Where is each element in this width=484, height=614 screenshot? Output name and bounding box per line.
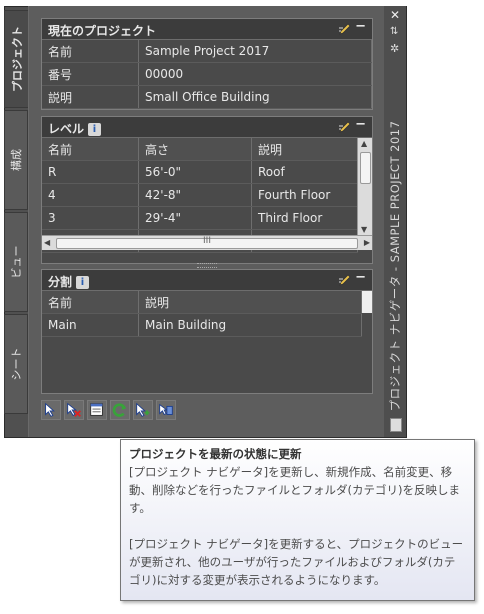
table-row: 説明 Small Office Building <box>42 85 372 109</box>
palette-content: 現在のプロジェクト − 名前 Sample Project 2017 番号 00… <box>28 6 385 437</box>
tab-constructs[interactable]: 構成 <box>4 110 28 210</box>
table-row: 番号 00000 <box>42 62 372 86</box>
column-header-name[interactable]: 名前 <box>42 291 139 314</box>
tooltip-title: プロジェクトを最新の状態に更新 <box>129 447 302 461</box>
tab-project[interactable]: プロジェクト <box>4 10 28 108</box>
row-value[interactable]: Sample Project 2017 <box>138 40 372 63</box>
properties-icon[interactable] <box>87 400 107 420</box>
add-icon[interactable] <box>133 400 153 420</box>
row-key: 説明 <box>42 85 139 109</box>
row-key: 名前 <box>42 40 139 63</box>
divisions-scrollbar[interactable] <box>362 291 372 313</box>
edit-pencil-icon[interactable] <box>338 120 352 134</box>
copy-icon[interactable] <box>156 400 176 420</box>
refresh-icon[interactable] <box>110 400 130 420</box>
tooltip-text-1: [プロジェクト ナビゲータ]を更新し、新規作成、名前変更、移動、削除などを行った… <box>129 465 460 515</box>
row-key: 番号 <box>42 62 139 86</box>
tooltip-text-2: [プロジェクト ナビゲータ]を更新すると、プロジェクトのビューが更新され、他のユ… <box>129 537 464 587</box>
column-header-description[interactable]: 説明 <box>138 291 362 314</box>
tab-views[interactable]: ビュー <box>4 212 28 312</box>
level-height: 42'-8" <box>138 183 252 207</box>
tab-project-label: プロジェクト <box>10 26 24 92</box>
level-name: 3 <box>42 206 139 230</box>
divisions-panel: 分割 i − 名前 説明 Main Main Building <box>41 269 373 394</box>
table-row[interactable]: 3 29'-4" Third Floor <box>42 206 358 230</box>
tooltip: プロジェクトを最新の状態に更新 [プロジェクト ナビゲータ]を更新し、新規作成、… <box>120 439 475 601</box>
level-description: Roof <box>251 160 358 184</box>
table-row[interactable]: Main Main Building <box>42 313 362 337</box>
close-icon[interactable]: ✕ <box>390 8 400 22</box>
current-project-panel: 現在のプロジェクト − 名前 Sample Project 2017 番号 00… <box>41 18 373 110</box>
tab-sheets[interactable]: シート <box>4 314 28 414</box>
grip-label: III <box>203 236 211 246</box>
divisions-header: 分割 i − <box>42 270 372 291</box>
info-icon[interactable]: i <box>76 276 90 289</box>
levels-header: レベル i − <box>42 117 372 138</box>
divisions-title: 分割 <box>48 275 73 289</box>
levels-panel: レベル i − 名前 高さ 説明 R 56'-0" Roof 4 42'-8" F… <box>41 116 373 264</box>
panel-splitter[interactable] <box>197 263 217 268</box>
palette-title-bar[interactable]: ✕ ⇅ ✲ プロジェクト ナビゲータ - SAMPLE PROJECT 2017 <box>384 6 406 437</box>
delete-icon[interactable] <box>64 400 84 420</box>
column-header-name[interactable]: 名前 <box>42 138 139 161</box>
level-description: Fourth Floor <box>251 183 358 207</box>
row-value[interactable]: 00000 <box>138 62 372 86</box>
tab-sheets-label: シート <box>10 347 23 381</box>
current-project-header: 現在のプロジェクト − <box>42 19 372 40</box>
scroll-down-icon[interactable]: ▼ <box>361 225 367 234</box>
table-row[interactable]: R 56'-0" Roof <box>42 160 358 184</box>
table-header-row: 名前 説明 <box>42 291 362 314</box>
scroll-right-icon[interactable]: ▶ <box>364 238 370 247</box>
levels-horizontal-scrollbar[interactable]: ◀ III ▶ <box>42 235 372 250</box>
column-header-height[interactable]: 高さ <box>138 138 252 161</box>
scroll-thumb[interactable] <box>360 152 371 184</box>
scroll-left-icon[interactable]: ◀ <box>44 238 50 247</box>
table-header-row: 名前 高さ 説明 <box>42 138 358 161</box>
auto-hide-icon[interactable]: ⇅ <box>390 26 398 37</box>
divisions-table: 名前 説明 Main Main Building <box>42 291 362 337</box>
info-icon[interactable]: i <box>88 123 102 136</box>
properties-menu-icon[interactable]: ✲ <box>390 42 399 55</box>
column-header-description[interactable]: 説明 <box>251 138 358 161</box>
row-value[interactable]: Small Office Building <box>138 85 372 109</box>
collapse-icon[interactable]: − <box>355 117 366 132</box>
palette-title: プロジェクト ナビゲータ - SAMPLE PROJECT 2017 <box>388 120 402 412</box>
levels-vertical-scrollbar[interactable]: ▲ ▼ <box>357 138 372 235</box>
collapse-icon[interactable]: − <box>355 19 366 34</box>
table-row[interactable]: 4 42'-8" Fourth Floor <box>42 183 358 207</box>
division-description: Main Building <box>138 313 362 337</box>
scroll-thumb[interactable]: III <box>56 236 358 249</box>
edit-pencil-icon[interactable] <box>338 273 352 287</box>
tab-constructs-label: 構成 <box>10 149 23 171</box>
current-project-table: 名前 Sample Project 2017 番号 00000 説明 Small… <box>42 40 372 109</box>
collapse-icon[interactable]: − <box>355 270 366 285</box>
level-name: 4 <box>42 183 139 207</box>
level-description: Third Floor <box>251 206 358 230</box>
division-name: Main <box>42 313 139 337</box>
scroll-up-icon[interactable]: ▲ <box>361 139 367 148</box>
current-project-title: 現在のプロジェクト <box>48 24 157 38</box>
levels-title: レベル <box>48 122 85 136</box>
palette-menu-icon[interactable] <box>390 418 402 432</box>
table-row: 名前 Sample Project 2017 <box>42 40 372 63</box>
level-height: 29'-4" <box>138 206 252 230</box>
level-name: R <box>42 160 139 184</box>
tab-views-label: ビュー <box>10 245 23 279</box>
level-height: 56'-0" <box>138 160 252 184</box>
select-icon[interactable] <box>41 400 61 420</box>
edit-pencil-icon[interactable] <box>338 22 352 36</box>
